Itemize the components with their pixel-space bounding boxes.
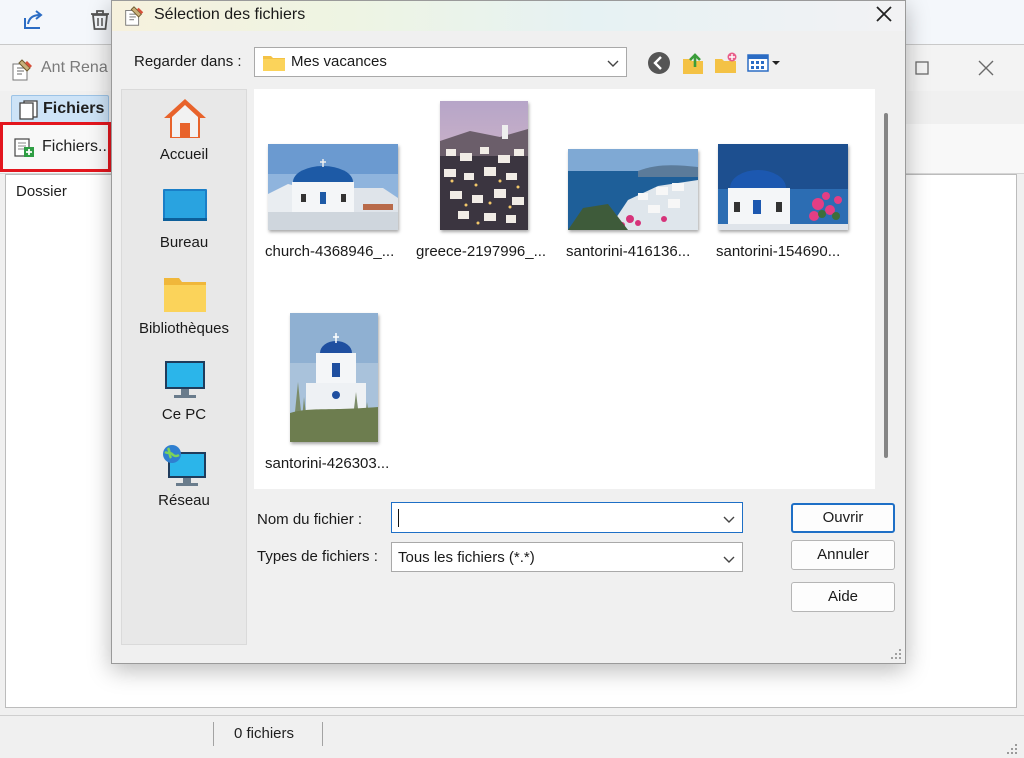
status-file-count: 0 fichiers — [234, 725, 295, 742]
file-name-label: church-4368946_... — [265, 243, 395, 260]
place-label: Accueil — [159, 146, 209, 163]
status-separator — [213, 722, 214, 746]
filetype-label: Types de fichiers : — [257, 548, 378, 565]
trash-icon[interactable] — [86, 6, 114, 34]
close-window-button[interactable] — [969, 53, 1003, 83]
place-label: Réseau — [158, 492, 210, 509]
santorini-sea-thumbnail-image — [568, 149, 698, 230]
cancel-button[interactable]: Annuler — [791, 540, 895, 570]
file-selection-dialog: Sélection des fichiers Regarder dans : M… — [111, 0, 906, 664]
file-list-scrollbar[interactable] — [884, 113, 888, 458]
file-thumbnail[interactable] — [440, 101, 528, 230]
text-cursor — [398, 509, 399, 527]
file-name-label: greece-2197996_... — [416, 243, 547, 260]
highlight-annotation — [0, 122, 111, 172]
place-label: Bibliothèques — [138, 320, 230, 337]
home-icon — [162, 96, 208, 142]
file-name-label: santorini-416136... — [566, 243, 691, 260]
filetype-dropdown[interactable]: Tous les fichiers (*.*) — [391, 542, 743, 572]
new-folder-button[interactable] — [713, 50, 739, 76]
desktop-icon — [162, 184, 208, 230]
chevron-down-icon — [723, 552, 735, 564]
filetype-value: Tous les fichiers (*.*) — [398, 549, 535, 566]
place-ce-pc[interactable]: Ce PC — [122, 358, 246, 438]
back-button[interactable] — [646, 50, 672, 76]
view-menu-button[interactable] — [746, 50, 786, 76]
dialog-app-icon — [122, 4, 146, 28]
place-label: Ce PC — [161, 406, 207, 423]
app-title: Ant Rena — [41, 59, 108, 76]
tab-fichiers[interactable]: Fichiers — [11, 95, 109, 123]
dialog-titlebar: Sélection des fichiers — [112, 1, 905, 31]
look-in-value: Mes vacances — [291, 53, 387, 70]
place-bureau[interactable]: Bureau — [122, 184, 246, 264]
chevron-down-icon[interactable] — [723, 512, 735, 524]
status-bar: 0 fichiers — [0, 715, 1024, 758]
places-bar: Accueil Bureau Bibliothèques Ce PC Résea… — [121, 89, 247, 645]
santorini-chapel-thumbnail-image — [290, 313, 378, 442]
file-name-label: santorini-426303... — [265, 455, 390, 472]
tab-fichiers-label: Fichiers — [43, 100, 105, 117]
place-label: Bureau — [159, 234, 209, 251]
file-thumbnail[interactable] — [568, 149, 698, 230]
file-thumbnail[interactable] — [268, 144, 398, 230]
santorini-dome-thumbnail-image — [718, 144, 848, 230]
file-thumbnail[interactable] — [290, 313, 378, 442]
libraries-icon — [162, 272, 208, 318]
app-logo-icon — [9, 57, 35, 83]
dialog-resize-grip-icon[interactable] — [888, 647, 902, 661]
dialog-title: Sélection des fichiers — [154, 6, 306, 23]
church-thumbnail-image — [268, 144, 398, 230]
chevron-down-icon — [607, 56, 619, 68]
help-button[interactable]: Aide — [791, 582, 895, 612]
dialog-close-button[interactable] — [867, 0, 901, 30]
folder-icon — [262, 53, 286, 72]
share-icon[interactable] — [19, 6, 47, 34]
status-separator — [322, 722, 323, 746]
resize-grip-icon[interactable] — [1004, 742, 1018, 756]
file-thumbnail[interactable] — [718, 144, 848, 230]
file-list-view[interactable]: church-4368946_... greece-2197996_... sa… — [254, 89, 875, 489]
filename-label: Nom du fichier : — [257, 511, 363, 528]
up-folder-button[interactable] — [680, 50, 706, 76]
open-button[interactable]: Ouvrir — [791, 503, 895, 533]
look-in-label: Regarder dans : — [134, 53, 242, 70]
place-reseau[interactable]: Réseau — [122, 444, 246, 524]
place-bibliotheques[interactable]: Bibliothèques — [122, 272, 246, 352]
maximize-button[interactable] — [905, 53, 939, 83]
filename-input[interactable] — [391, 502, 743, 533]
look-in-dropdown[interactable]: Mes vacances — [254, 47, 627, 77]
files-icon — [18, 100, 40, 120]
network-icon — [162, 444, 208, 490]
place-accueil[interactable]: Accueil — [122, 96, 246, 176]
computer-icon — [162, 358, 208, 404]
column-header-dossier[interactable]: Dossier — [16, 183, 67, 200]
greece-thumbnail-image — [440, 101, 528, 230]
file-name-label: santorini-154690... — [716, 243, 841, 260]
